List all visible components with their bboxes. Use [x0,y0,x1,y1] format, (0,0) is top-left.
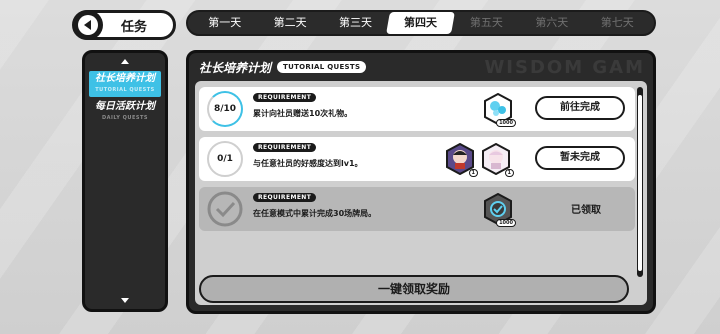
scrollbar[interactable] [637,87,643,277]
quest-row: 0/1 REQUIREMENT 与任意社员的好感度达到lv1。 1 1 暂未完成 [199,137,635,181]
claim-all-button[interactable]: 一键领取奖励 [199,275,629,303]
panel-subtitle-pill: TUTORIAL QUESTS [277,61,367,73]
quest-category-sidebar: 社长培养计划 TUTORIAL QUESTS 每日活跃计划 DAILY QUES… [82,50,168,312]
quest-description: 与任意社员的好感度达到lv1。 [253,159,363,168]
quest-description: 累计向社员赠送10次礼物。 [253,109,353,118]
quest-panel: 社长培养计划 TUTORIAL QUESTS WISDOM GAM 8/10 R… [186,50,656,314]
title-bar: 任务 [72,10,176,40]
page-title: 任务 [121,19,148,35]
sidebar-item-label: 每日活跃计划 [95,101,155,112]
tab-day-6[interactable]: 第六天 [519,12,584,34]
tab-day-3[interactable]: 第三天 [323,12,388,34]
reward-count: 1 [468,169,478,177]
scroll-thumb[interactable] [638,95,642,271]
reward-count: 1000 [496,219,516,227]
sidebar-item-label: 社长培养计划 [95,73,155,84]
quest-row: 8/10 REQUIREMENT 累计向社员赠送10次礼物。 1000 前往完成 [199,87,635,131]
progress-ring: 8/10 [207,91,243,127]
character-card-icon[interactable]: 1 [445,142,478,177]
character-card-icon[interactable]: 1 [481,142,514,177]
scroll-down-icon[interactable] [121,298,129,303]
panel-watermark: WISDOM GAM [484,57,645,78]
day-tabs: 第一天 第二天 第三天 第四天 第五天 第六天 第七天 [186,10,656,36]
quest-description: 在任意模式中累计完成30场牌局。 [253,209,377,218]
scroll-up-icon[interactable] [121,59,129,64]
requirement-tag: REQUIREMENT [253,93,317,102]
sidebar-item-tutorial-quests[interactable]: 社长培养计划 TUTORIAL QUESTS [89,71,161,97]
check-icon [207,191,243,227]
not-completed-button[interactable]: 暂未完成 [535,146,625,170]
reward-count: 1 [504,169,514,177]
tab-day-1[interactable]: 第一天 [192,12,257,34]
requirement-tag: REQUIREMENT [253,193,317,202]
quest-list: 8/10 REQUIREMENT 累计向社员赠送10次礼物。 1000 前往完成… [195,81,647,305]
progress-ring: 0/1 [207,141,243,177]
token-icon: 1000 [483,192,516,227]
tab-day-5[interactable]: 第五天 [454,12,519,34]
back-icon [78,15,98,35]
panel-title: 社长培养计划 [199,60,272,75]
panel-header: 社长培养计划 TUTORIAL QUESTS WISDOM GAM [189,53,653,81]
reward-count: 1000 [496,119,516,127]
sidebar-item-daily-quests[interactable]: 每日活跃计划 DAILY QUESTS [89,99,161,125]
sidebar-item-sublabel: DAILY QUESTS [102,115,148,121]
tab-day-4[interactable]: 第四天 [386,12,456,34]
tab-day-2[interactable]: 第二天 [257,12,322,34]
go-complete-button[interactable]: 前往完成 [535,96,625,120]
tab-day-7[interactable]: 第七天 [585,12,650,34]
back-button[interactable] [73,10,103,40]
gem-icon[interactable]: 1000 [483,92,516,127]
requirement-tag: REQUIREMENT [253,143,317,152]
quest-row: REQUIREMENT 在任意模式中累计完成30场牌局。 1000 已领取 [199,187,635,231]
claimed-status: 已领取 [571,205,601,216]
sidebar-item-sublabel: TUTORIAL QUESTS [95,87,155,93]
